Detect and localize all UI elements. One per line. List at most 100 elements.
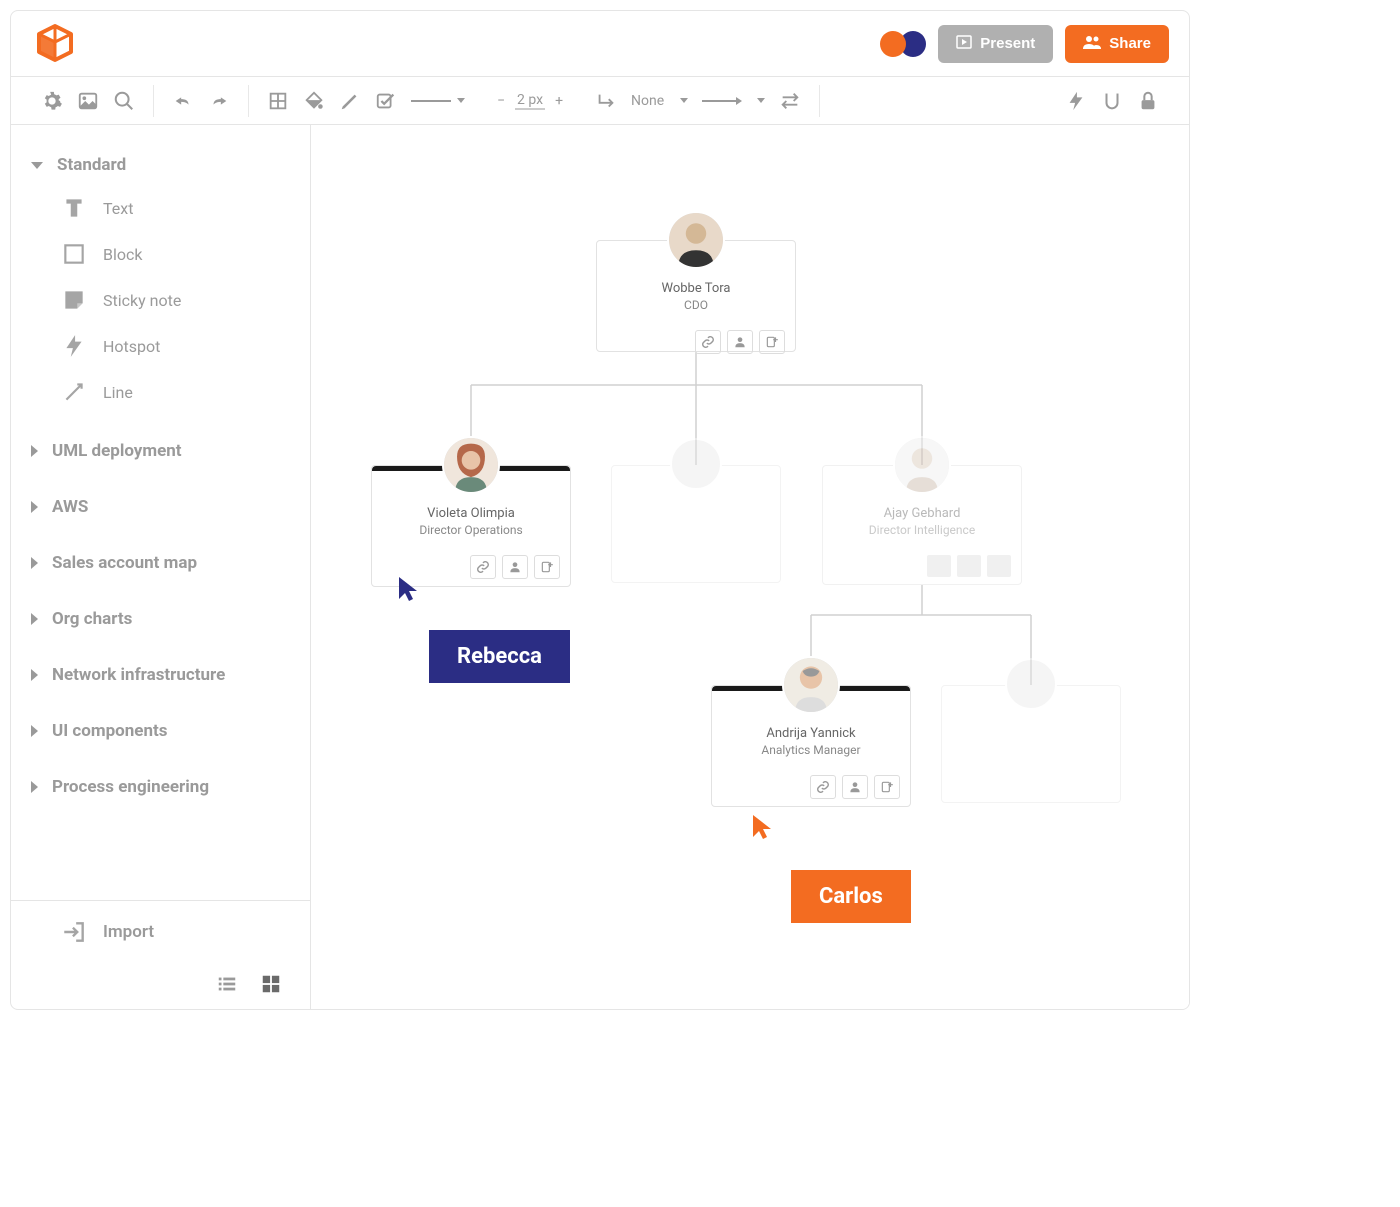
section-ui-components[interactable]: UI components	[31, 711, 290, 751]
people-icon	[1083, 34, 1101, 54]
org-card-child[interactable]: Andrija Yannick Analytics Manager	[711, 685, 911, 807]
share-label: Share	[1109, 35, 1151, 52]
empty-avatar	[1005, 658, 1057, 710]
user-label-carlos: Carlos	[791, 870, 911, 923]
play-icon	[956, 34, 972, 54]
link-icon[interactable]	[695, 330, 721, 354]
user-label-rebecca: Rebecca	[429, 630, 570, 683]
shapes-sidebar: Standard Text Block Sticky	[11, 125, 311, 1009]
line-style-dropdown[interactable]	[411, 97, 465, 105]
lightning-icon[interactable]	[1065, 90, 1087, 112]
toolbar: − 2 px + None	[11, 77, 1189, 125]
section-aws[interactable]: AWS	[31, 487, 290, 527]
app-logo	[31, 20, 79, 68]
present-button[interactable]: Present	[938, 25, 1053, 63]
undo-icon[interactable]	[172, 90, 194, 112]
cursor-carlos	[751, 813, 775, 841]
swap-icon[interactable]	[779, 90, 801, 112]
sidebar-item-block[interactable]: Block	[61, 231, 290, 277]
avatar	[893, 436, 951, 494]
edit-icon[interactable]	[874, 775, 900, 799]
image-icon[interactable]	[77, 90, 99, 112]
presence-indicators	[880, 31, 926, 57]
grid-view-icon[interactable]	[260, 973, 282, 995]
section-sales-account-map[interactable]: Sales account map	[31, 543, 290, 583]
stroke-width-value: 2 px	[515, 92, 545, 110]
edit-icon[interactable]	[759, 330, 785, 354]
sidebar-item-sticky-note[interactable]: Sticky note	[61, 277, 290, 323]
text-icon	[61, 195, 87, 221]
card-name: Andrija Yannick	[722, 726, 900, 741]
lock-icon[interactable]	[1137, 90, 1159, 112]
line-icon	[61, 379, 87, 405]
grid-icon[interactable]	[267, 90, 289, 112]
empty-avatar	[670, 438, 722, 490]
avatar	[667, 211, 725, 269]
caret-right-icon	[31, 781, 38, 793]
sticky-note-icon	[61, 287, 87, 313]
line-end-dropdown[interactable]: None	[631, 93, 688, 109]
minus-icon[interactable]: −	[497, 93, 505, 109]
sidebar-item-line[interactable]: Line	[61, 369, 290, 415]
card-title: CDO	[607, 298, 785, 312]
import-button[interactable]: Import	[11, 901, 310, 963]
caret-down-icon	[31, 162, 43, 169]
avatar	[782, 656, 840, 714]
sidebar-item-text[interactable]: Text	[61, 185, 290, 231]
card-title: Director Operations	[382, 523, 560, 537]
section-uml-deployment[interactable]: UML deployment	[31, 431, 290, 471]
org-card-empty-child[interactable]	[941, 685, 1121, 803]
fill-icon[interactable]	[303, 90, 325, 112]
search-icon[interactable]	[113, 90, 135, 112]
block-icon	[61, 241, 87, 267]
app-header: Present Share	[11, 11, 1189, 77]
person-icon[interactable]	[727, 330, 753, 354]
card-title: Director Intelligence	[833, 523, 1011, 537]
card-name: Wobbe Tora	[607, 281, 785, 296]
lightning-icon	[61, 333, 87, 359]
card-title: Analytics Manager	[722, 743, 900, 757]
checkbox-icon[interactable]	[375, 90, 397, 112]
section-standard[interactable]: Standard	[31, 145, 290, 185]
action-placeholder	[987, 555, 1011, 577]
link-icon[interactable]	[810, 775, 836, 799]
connector-icon[interactable]	[595, 90, 617, 112]
org-card-empty-middle[interactable]	[611, 465, 781, 583]
caret-right-icon	[31, 557, 38, 569]
card-name: Violeta Olimpia	[382, 506, 560, 521]
section-org-charts[interactable]: Org charts	[31, 599, 290, 639]
presence-dot-user1	[880, 31, 906, 57]
avatar	[442, 436, 500, 494]
sidebar-item-hotspot[interactable]: Hotspot	[61, 323, 290, 369]
action-placeholder	[957, 555, 981, 577]
edit-icon[interactable]	[534, 555, 560, 579]
caret-right-icon	[31, 725, 38, 737]
share-button[interactable]: Share	[1065, 25, 1169, 63]
link-icon[interactable]	[470, 555, 496, 579]
caret-right-icon	[31, 445, 38, 457]
caret-right-icon	[31, 501, 38, 513]
org-card-right[interactable]: Ajay Gebhard Director Intelligence	[822, 465, 1022, 585]
magnet-icon[interactable]	[1101, 90, 1123, 112]
section-process-engineering[interactable]: Process engineering	[31, 767, 290, 807]
stroke-width-control[interactable]: − 2 px +	[497, 92, 563, 110]
person-icon[interactable]	[842, 775, 868, 799]
plus-icon[interactable]: +	[555, 93, 563, 109]
settings-icon[interactable]	[41, 90, 63, 112]
action-placeholder	[927, 555, 951, 577]
list-view-icon[interactable]	[216, 973, 238, 995]
card-name: Ajay Gebhard	[833, 506, 1011, 521]
present-label: Present	[980, 35, 1035, 52]
section-network-infrastructure[interactable]: Network infrastructure	[31, 655, 290, 695]
import-icon	[61, 919, 87, 945]
arrow-style-dropdown[interactable]	[702, 93, 765, 109]
person-icon[interactable]	[502, 555, 528, 579]
org-card-left[interactable]: Violeta Olimpia Director Operations	[371, 465, 571, 587]
diagram-canvas[interactable]: Wobbe Tora CDO Violeta Olimpia Director …	[311, 125, 1189, 1009]
org-card-root[interactable]: Wobbe Tora CDO	[596, 240, 796, 352]
redo-icon[interactable]	[208, 90, 230, 112]
pencil-icon[interactable]	[339, 90, 361, 112]
cursor-rebecca	[397, 575, 421, 603]
caret-right-icon	[31, 669, 38, 681]
caret-right-icon	[31, 613, 38, 625]
